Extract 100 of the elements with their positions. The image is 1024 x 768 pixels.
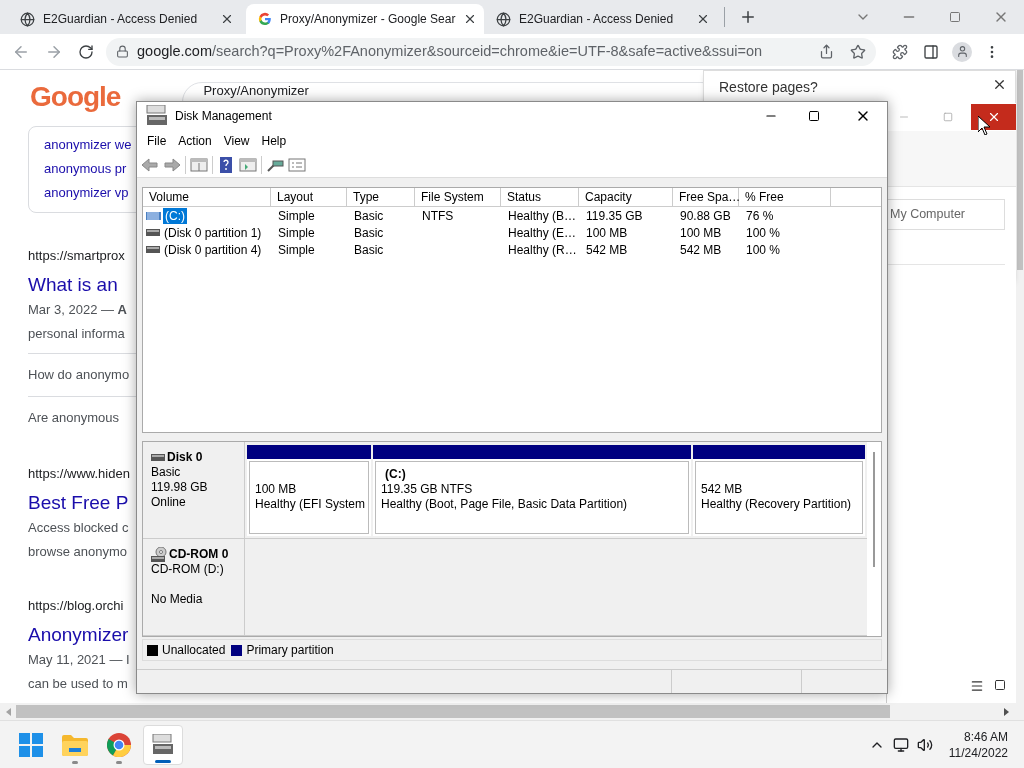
details-view-icon[interactable]: [970, 679, 984, 693]
column-header[interactable]: Type: [347, 188, 415, 206]
table-cell: 76 %: [746, 208, 774, 223]
disk-type: CD-ROM (D:): [151, 562, 225, 577]
result-title[interactable]: What is an: [28, 273, 118, 297]
table-cell: 542 MB: [586, 242, 628, 257]
vertical-scrollbar[interactable]: [1016, 70, 1024, 703]
clock-time[interactable]: 8:46 AM: [963, 728, 1008, 745]
dialog-title: Restore pages?: [719, 79, 818, 95]
column-header[interactable]: Layout: [271, 188, 347, 206]
menu-item[interactable]: View: [217, 130, 256, 152]
column-header[interactable]: Volume: [143, 188, 271, 206]
bookmark-star-icon[interactable]: [850, 43, 866, 60]
related-search-link[interactable]: anonymous pr: [44, 159, 127, 178]
table-cell: NTFS: [422, 208, 454, 223]
partition-size: 542 MB: [701, 482, 744, 497]
lock-icon: [116, 45, 129, 58]
drive-entry[interactable]: (Disk 0 partition 1): [162, 224, 264, 241]
window-title: Disk Management: [175, 108, 272, 125]
column-header[interactable]: Free Spa…: [673, 188, 739, 206]
drive-entry[interactable]: (C:): [163, 207, 187, 224]
question-text[interactable]: Are anonymous: [28, 410, 120, 425]
help-icon[interactable]: [217, 156, 235, 173]
result-snippet: Mar 3, 2022 — A: [28, 301, 127, 319]
close-button[interactable]: [971, 104, 1016, 130]
profile-icon[interactable]: [952, 41, 972, 62]
tab-title: E2Guardian - Access Denied: [43, 11, 199, 28]
partition-status: Healthy (Recovery Partition): [701, 497, 853, 512]
partition-status: Healthy (EFI System: [255, 497, 363, 512]
partition-block[interactable]: 542 MB Healthy (Recovery Partition): [693, 445, 865, 536]
drive-entry[interactable]: (Disk 0 partition 4): [162, 241, 264, 258]
table-cell: Healthy (B…: [508, 208, 577, 223]
disk-type: Basic: [151, 465, 182, 480]
network-icon[interactable]: [892, 736, 909, 753]
table-cell: Healthy (R…: [508, 242, 577, 257]
menu-item[interactable]: Action: [172, 130, 218, 152]
large-icons-view-icon[interactable]: [994, 679, 1006, 691]
mouse-cursor-icon: [978, 116, 990, 135]
partition-block[interactable]: 100 MB Healthy (EFI System: [247, 445, 371, 536]
browser-tab[interactable]: Proxy/Anonymizer - Google Sear: [246, 4, 484, 34]
column-header[interactable]: Status: [501, 188, 579, 206]
taskbar-button[interactable]: [143, 724, 183, 765]
menu-item[interactable]: File: [141, 130, 173, 152]
result-url: https://www.hiden: [28, 465, 130, 483]
partition-block[interactable]: (C:) 119.35 GB NTFS Healthy (Boot, Page File, Basic Data Partition): [373, 445, 691, 536]
partition-status: Healthy (Boot, Page File, Basic Data Partition): [381, 497, 629, 512]
column-header[interactable]: % Free: [739, 188, 831, 206]
reload-icon[interactable]: [78, 43, 94, 60]
table-cell: 100 MB: [586, 225, 628, 240]
browser-tab[interactable]: E2Guardian - Access Denied: [484, 4, 722, 34]
globe-icon: [496, 11, 511, 27]
disk-name[interactable]: CD-ROM 0: [169, 547, 229, 562]
result-title[interactable]: Anonymizer: [28, 623, 129, 647]
column-header[interactable]: Capacity: [579, 188, 673, 206]
back-icon[interactable]: [141, 156, 159, 173]
close-icon[interactable]: [220, 12, 234, 26]
column-header[interactable]: File System: [415, 188, 501, 206]
maximize-icon[interactable]: [808, 110, 820, 122]
result-snippet: personal informa: [28, 325, 125, 343]
address-bar[interactable]: google.com/search?q=Proxy%2FAnonymizer&sourceid=chrome&ie=UTF-8&safe=active&ssui=on: [106, 37, 876, 66]
disk-status: Online: [151, 495, 187, 510]
volume-icon[interactable]: [916, 736, 933, 753]
clock-date[interactable]: 11/24/2022: [948, 744, 1008, 761]
scroll-thumb[interactable]: [16, 705, 890, 718]
question-text[interactable]: How do anonymo: [28, 367, 130, 382]
folder-icon: [62, 733, 88, 756]
forward-icon[interactable]: [163, 156, 181, 173]
related-search-link[interactable]: anonymizer vp: [44, 183, 129, 202]
table-cell: Simple: [278, 225, 315, 240]
table-cell: 119.35 GB: [586, 208, 643, 223]
extensions-icon[interactable]: [892, 43, 908, 60]
close-icon[interactable]: [696, 12, 710, 26]
globe-icon: [20, 11, 35, 27]
related-search-link[interactable]: anonymizer we: [44, 135, 132, 154]
new-tab-icon[interactable]: [739, 8, 757, 26]
cd-drive-icon: [151, 547, 167, 562]
share-icon[interactable]: [819, 44, 834, 59]
windows-icon: [19, 732, 43, 757]
result-url: https://blog.orchi: [28, 597, 124, 615]
tab-title: Proxy/Anonymizer - Google Sear: [280, 11, 456, 28]
menu-item[interactable]: Help: [255, 130, 293, 152]
close-icon[interactable]: [992, 77, 1007, 92]
url-text: google.com/search?q=Proxy%2FAnonymizer&sourceid=chrome&ie=UTF-8&safe=active&ssui=on: [137, 41, 764, 61]
result-url: https://smartprox: [28, 247, 125, 265]
partition-size: 100 MB: [255, 482, 298, 497]
horizontal-scrollbar[interactable]: [0, 703, 1024, 720]
restore-icon[interactable]: [949, 11, 961, 23]
result-snippet: Access blocked c: [28, 519, 129, 537]
browser-tab[interactable]: E2Guardian - Access Denied: [8, 4, 246, 34]
legend-label: Primary partition: [246, 642, 334, 659]
table-cell: Simple: [278, 208, 315, 223]
tab-title: E2Guardian - Access Denied: [519, 11, 675, 28]
scroll-thumb[interactable]: [873, 452, 875, 567]
table-cell: 90.88 GB: [680, 208, 731, 223]
table-cell: 100 %: [746, 242, 781, 257]
side-panel-icon[interactable]: [923, 43, 939, 60]
result-title[interactable]: Best Free P: [28, 491, 129, 515]
partition-name: (C:): [385, 467, 406, 481]
disk-name[interactable]: Disk 0: [167, 450, 203, 465]
scroll-right-icon[interactable]: [1003, 707, 1009, 716]
